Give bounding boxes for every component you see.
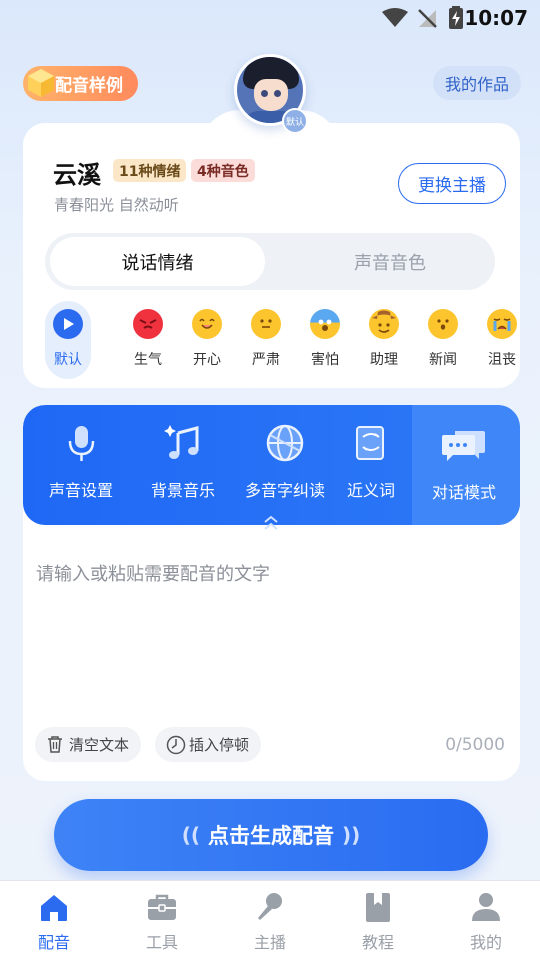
- editor-card: 声音设置 背景音乐 多音字纠读 近义词 对话模式 请输入或粘贴需要配音的文字 清…: [23, 405, 520, 781]
- emotion-label: 生气: [134, 352, 162, 368]
- no-signal-icon: [418, 9, 437, 28]
- emotion-label: 沮丧: [488, 352, 516, 368]
- sound-wave-left-icon: ((: [181, 823, 200, 847]
- angry-face-icon: [133, 309, 163, 339]
- tool-bar: 声音设置 背景音乐 多音字纠读 近义词 对话模式: [23, 405, 520, 530]
- voice-card: 云溪 11种情绪 4种音色 青春阳光 自然动听 更换主播 说话情绪 声音音色 默…: [23, 123, 520, 388]
- clear-text-label: 清空文本: [69, 736, 130, 754]
- clock-icon: [166, 735, 186, 755]
- emotion-label: 新闻: [429, 352, 457, 368]
- emotion-assistant[interactable]: 助理: [361, 301, 407, 379]
- tool-background-music[interactable]: 背景音乐: [151, 423, 215, 501]
- nav-tools[interactable]: 工具: [127, 891, 197, 953]
- scared-face-icon: [310, 309, 340, 339]
- wifi-icon: [382, 8, 408, 27]
- microphone-icon: [68, 426, 95, 461]
- emotion-scared[interactable]: 害怕: [302, 301, 348, 379]
- emotion-depressed[interactable]: 沮丧: [479, 301, 525, 379]
- voice-name: 云溪: [53, 161, 101, 189]
- sound-wave-right-icon: )): [342, 823, 361, 847]
- tool-polyphone-correction[interactable]: 多音字纠读: [245, 423, 325, 501]
- nav-dubbing[interactable]: 配音: [19, 891, 89, 953]
- play-icon: [53, 309, 83, 339]
- tool-dialogue-mode[interactable]: 对话模式: [432, 425, 496, 503]
- tool-label: 背景音乐: [151, 481, 216, 500]
- collapse-chevron-icon[interactable]: [259, 513, 283, 533]
- document-icon: [356, 426, 384, 460]
- bottom-nav: 配音 工具 主播 教程 我的: [0, 880, 540, 960]
- nav-label: 配音: [37, 933, 70, 952]
- battery-charging-icon: [449, 6, 463, 29]
- emotion-label: 默认: [54, 352, 82, 368]
- nav-label: 主播: [253, 933, 286, 952]
- tool-label: 对话模式: [432, 483, 497, 502]
- globe-icon: [266, 424, 304, 462]
- timbre-count-badge: 4种音色: [191, 159, 255, 182]
- emotion-happy[interactable]: 开心: [184, 301, 230, 379]
- emotion-timbre-tabs: 说话情绪 声音音色: [45, 233, 495, 290]
- toolbox-icon: [148, 894, 176, 920]
- happy-face-icon: [192, 309, 222, 339]
- music-note-icon: [164, 425, 199, 459]
- emotion-list: 默认 生气 开心 严肃 害怕 助理 新闻 沮丧: [45, 301, 517, 379]
- crying-face-icon: [487, 309, 517, 339]
- trash-icon: [48, 736, 62, 753]
- sample-button[interactable]: 配音样例: [23, 66, 138, 101]
- voice-description: 青春阳光 自然动听: [54, 196, 179, 214]
- sample-label: 配音样例: [55, 76, 123, 96]
- clear-text-button[interactable]: 清空文本: [35, 727, 142, 762]
- cowboy-face-icon: [369, 309, 399, 339]
- emotion-label: 助理: [370, 352, 398, 368]
- bookmark-book-icon: [366, 893, 390, 922]
- chat-bubbles-icon: [442, 431, 485, 461]
- anchor-avatar[interactable]: 默认: [230, 50, 310, 136]
- insert-pause-label: 插入停顿: [189, 736, 250, 754]
- default-badge: 默认: [282, 108, 308, 134]
- nav-anchors[interactable]: 主播: [235, 891, 305, 953]
- tool-voice-settings[interactable]: 声音设置: [49, 423, 113, 501]
- status-bar: 10:07: [0, 0, 540, 36]
- generate-dubbing-button[interactable]: (( 点击生成配音 )): [54, 799, 488, 871]
- emotion-label: 严肃: [252, 352, 280, 368]
- person-icon: [472, 893, 500, 921]
- nav-label: 我的: [469, 933, 502, 952]
- neutral-face-icon: [251, 309, 281, 339]
- emotion-label: 开心: [193, 352, 221, 368]
- nav-tutorial[interactable]: 教程: [343, 891, 413, 953]
- text-input-placeholder[interactable]: 请输入或粘贴需要配音的文字: [36, 560, 270, 586]
- emotion-news[interactable]: 新闻: [420, 301, 466, 379]
- change-anchor-button[interactable]: 更换主播: [398, 163, 506, 204]
- tool-synonym[interactable]: 近义词: [347, 423, 395, 501]
- nav-label: 工具: [145, 933, 178, 952]
- my-works-button[interactable]: 我的作品: [433, 66, 521, 100]
- surprised-face-icon: [428, 309, 458, 339]
- emotion-angry[interactable]: 生气: [125, 301, 171, 379]
- emotion-serious[interactable]: 严肃: [243, 301, 289, 379]
- character-counter: 0/5000: [445, 735, 505, 755]
- nav-mine[interactable]: 我的: [451, 891, 521, 953]
- home-icon: [41, 895, 67, 921]
- clock-time: 10:07: [464, 6, 528, 30]
- tab-voice-timbre[interactable]: 声音音色: [290, 237, 490, 286]
- microphone-icon: [258, 893, 282, 920]
- insert-pause-button[interactable]: 插入停顿: [155, 727, 262, 762]
- nav-label: 教程: [361, 933, 394, 952]
- emotion-count-badge: 11种情绪: [113, 159, 187, 182]
- emotion-default[interactable]: 默认: [45, 301, 91, 379]
- tab-speaking-emotion[interactable]: 说话情绪: [50, 237, 265, 286]
- tool-label: 近义词: [347, 481, 396, 500]
- emotion-label: 害怕: [311, 352, 339, 368]
- tool-label: 多音字纠读: [245, 481, 326, 500]
- generate-label: 点击生成配音: [208, 824, 334, 848]
- tool-label: 声音设置: [49, 481, 114, 500]
- cube-icon: [28, 69, 54, 97]
